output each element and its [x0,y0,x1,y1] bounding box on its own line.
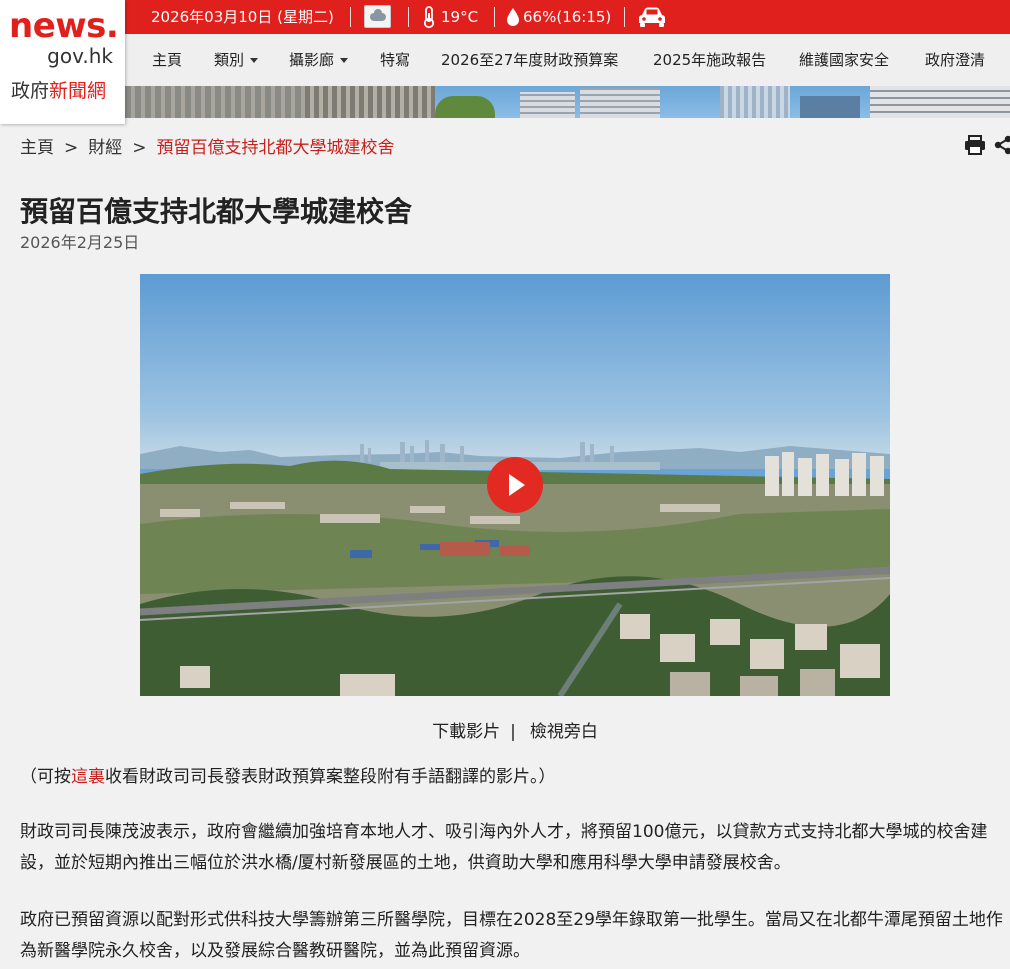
thermometer-icon [423,6,435,29]
humidity-drop-icon [507,8,519,26]
video-links: 下載影片 | 檢視旁白 [0,717,1010,742]
article-paragraph-2: 政府已預留資源以配對形式供科技大學籌辦第三所醫學院，目標在2028至29學年錄取… [20,910,1003,961]
divider [494,7,495,27]
divider: | [510,722,516,742]
logo-news: news. [9,6,119,46]
header-banner [0,86,1010,118]
car-icon[interactable] [637,6,667,28]
chevron-down-icon [340,58,349,63]
print-icon[interactable] [964,135,986,155]
logo-chinese: 政府新聞網 [11,80,107,102]
nav-national-security[interactable]: 維護國家安全 [799,34,889,86]
article-date: 2026年2月25日 [20,233,140,252]
breadcrumb: 主頁 > 財經 > 預留百億支持北都大學城建校舍 [20,133,395,158]
share-icon[interactable] [993,135,1010,155]
logo-govhk: gov.hk [47,44,113,68]
breadcrumb-home[interactable]: 主頁 [20,138,54,158]
play-button[interactable] [487,457,543,513]
sign-language-note: （可按這裏收看財政司司長發表財政預算案整段附有手語翻譯的影片。） [20,767,556,787]
article-paragraph-1: 財政司司長陳茂波表示，政府會繼續加強培育本地人才、吸引海內外人才，將預留100億… [20,822,988,873]
nav-gallery[interactable]: 攝影廊 [289,34,349,86]
divider [624,7,625,27]
breadcrumb-separator: > [132,138,147,158]
download-video-link[interactable]: 下載影片 [432,722,500,742]
nav-home[interactable]: 主頁 [152,34,182,86]
nav-category[interactable]: 類別 [214,34,259,86]
main-nav: 主頁 類別 攝影廊 特寫 2026至27年度財政預算案 2025年施政報告 維護… [0,34,1010,86]
divider [350,7,351,27]
chevron-down-icon [250,58,259,63]
article-title: 預留百億支持北都大學城建校舍 [20,195,413,228]
breadcrumb-current: 預留百億支持北都大學城建校舍 [156,138,395,158]
temperature: 19°C [441,8,479,26]
current-date: 2026年03月10日 (星期二) [151,8,334,26]
nav-clarification[interactable]: 政府澄清 [925,34,985,86]
nav-policy-address[interactable]: 2025年施政報告 [653,34,766,86]
sign-language-video-link[interactable]: 這裏 [71,767,105,787]
site-logo[interactable]: news. gov.hk 政府新聞網 [0,0,125,124]
breadcrumb-section[interactable]: 財經 [88,138,122,158]
humidity: 66%(16:15) [523,8,612,26]
top-info-bar: 2026年03月10日 (星期二) 19°C 66%(16:15) [0,0,1010,34]
cloudy-icon[interactable] [364,5,391,28]
audio-description-link[interactable]: 檢視旁白 [530,722,598,742]
nav-budget[interactable]: 2026至27年度財政預算案 [441,34,618,86]
divider [408,7,409,27]
breadcrumb-separator: > [64,138,79,158]
nav-feature[interactable]: 特寫 [380,34,410,86]
